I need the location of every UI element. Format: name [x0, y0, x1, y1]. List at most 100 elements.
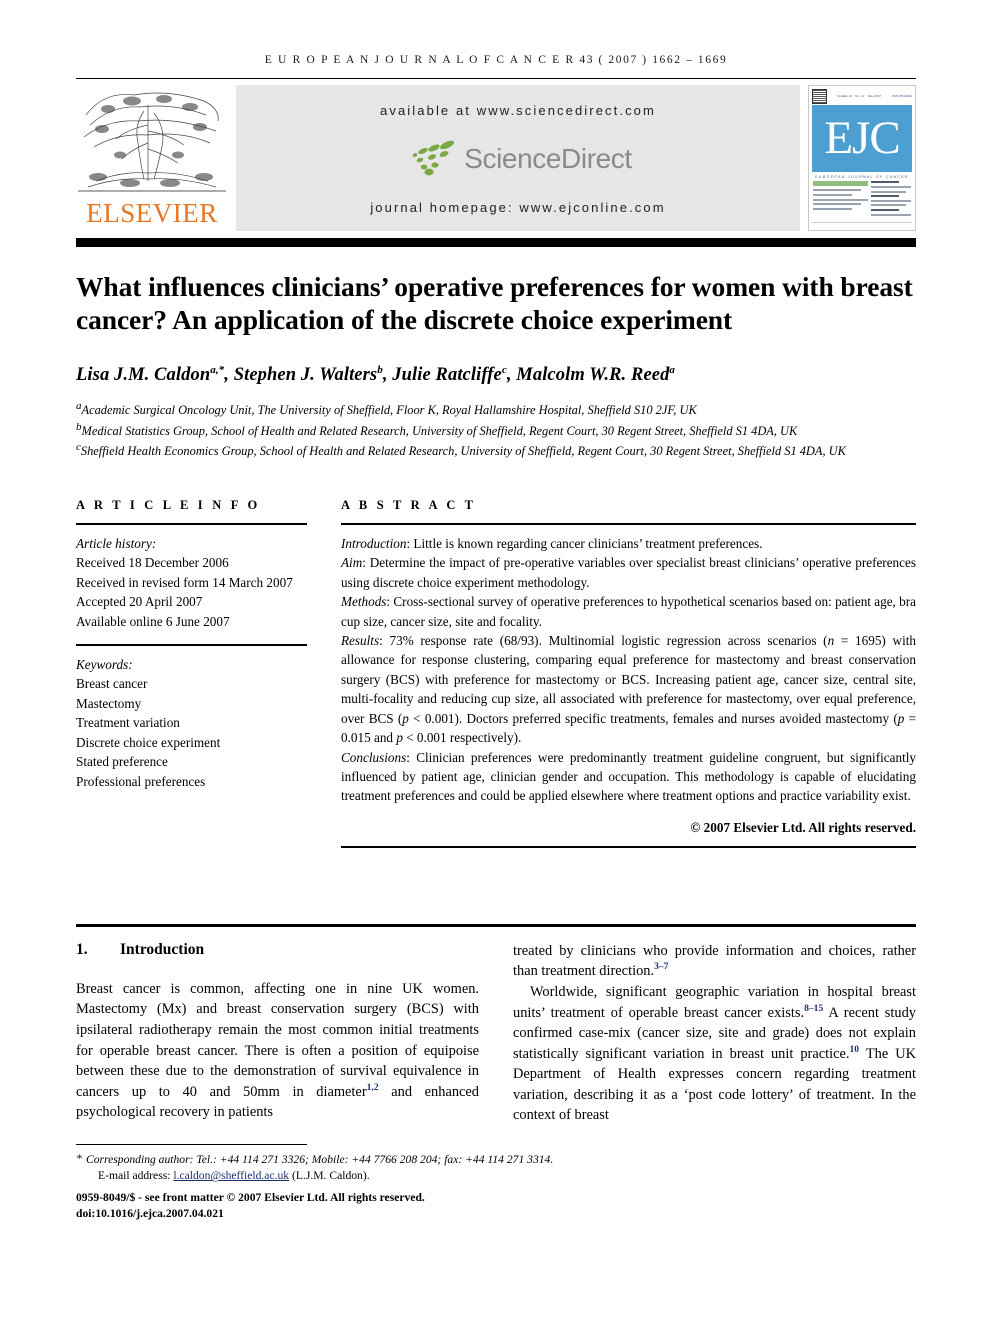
article-history-item: Received 18 December 2006: [76, 555, 229, 571]
abstract-section: Results: 73% response rate (68/93). Mult…: [341, 631, 916, 747]
abstract-bottom-rule: [341, 845, 916, 848]
column-gutter: [307, 498, 341, 848]
sciencedirect-logo: ScienceDirect: [404, 139, 632, 179]
abstract-column: A B S T R A C T Introduction: Little is …: [341, 498, 916, 848]
paragraph: Breast cancer is common, affecting one i…: [76, 980, 479, 1121]
paragraph: Worldwide, significant geographic variat…: [513, 983, 916, 1124]
abstract-section: Conclusions: Clinician preferences were …: [341, 748, 916, 806]
paragraph: treated by clinicians who provide inform…: [513, 942, 916, 980]
email-note: E-mail address: l.caldon@sheffield.ac.uk…: [76, 1168, 916, 1184]
page-title: What influences clinicians’ operative pr…: [76, 271, 913, 335]
cover-toc-line: [871, 204, 907, 207]
abstract-section-text: 73% response rate (68/93). Multinomial l…: [341, 633, 917, 746]
cover-acronym: EJC: [824, 112, 900, 165]
cover-toc-line: [871, 199, 911, 202]
abstract-section: Aim: Determine the impact of pre-operati…: [341, 553, 916, 592]
email-owner: (L.J.M. Caldon).: [292, 1169, 370, 1183]
affiliation-text: Medical Statistics Group, School of Heal…: [81, 423, 798, 438]
journal-article-page: E U R O P E A N J O U R N A L O F C A N …: [0, 0, 992, 1323]
abstract-section-label: Aim: [341, 555, 363, 571]
journal-cover-thumbnail: Volume 43 · No. 11 · June 2007 ISSN 0959…: [808, 85, 916, 231]
cover-toc-line: [813, 194, 852, 196]
abstract-heading: A B S T R A C T: [341, 498, 477, 513]
cover-mini-logo-icon: [812, 88, 827, 104]
keywords-block: Keywords: Breast cancer Mastectomy Treat…: [76, 655, 307, 791]
running-head-rule: [76, 78, 916, 79]
cover-toc-line: [871, 181, 900, 184]
keyword-item: Discrete choice experiment: [76, 734, 221, 750]
cover-toc-line: [813, 198, 869, 201]
cover-toc: [812, 181, 912, 218]
issn-front-matter: 0959-8049/$ - see front matter © 2007 El…: [76, 1190, 425, 1204]
sciencedirect-wordmark: ScienceDirect: [464, 143, 632, 174]
masthead: ELSEVIER available at www.sciencedirect.…: [76, 85, 916, 231]
cover-issue-line: Volume 43 · No. 11 · June 2007: [837, 94, 882, 98]
article-info-column: A R T I C L E I N F O Article history: R…: [76, 498, 307, 848]
abstract-section-label: Conclusions: [341, 749, 407, 765]
footnote-marker: *: [76, 1152, 82, 1166]
cover-toc-line: [871, 213, 911, 216]
article-history-item: Accepted 20 April 2007: [76, 594, 203, 610]
abstract-section-text: Cross-sectional survey of operative pref…: [341, 594, 916, 629]
cover-toc-line: [871, 208, 900, 211]
cover-green-bar: [813, 181, 869, 187]
cover-toc-line: [871, 186, 911, 188]
article-history-item: Received in revised form 14 March 2007: [76, 574, 293, 590]
running-head-journal: E U R O P E A N J O U R N A L O F C A N …: [264, 54, 575, 66]
abstract-body: Introduction: Little is known regarding …: [341, 534, 916, 806]
cover-issn-line: ISSN 0959-8049: [891, 94, 912, 98]
available-at-text: available at www.sciencedirect.com: [380, 103, 656, 118]
abstract-section: Methods: Cross-sectional survey of opera…: [341, 592, 916, 631]
keyword-item: Professional preferences: [76, 773, 206, 789]
article-info-heading: A R T I C L E I N F O: [76, 498, 261, 513]
affiliation-item: cSheffield Health Economics Group, Schoo…: [76, 439, 916, 460]
body-text-right: treated by clinicians who provide inform…: [513, 941, 916, 1126]
abstract-section: Introduction: Little is known regarding …: [341, 534, 916, 553]
abstract-section-label: Methods: [341, 594, 387, 610]
article-history-block: Article history: Received 18 December 20…: [76, 534, 307, 631]
abstract-section-text: Clinician preferences were predominantly…: [341, 749, 916, 804]
affiliation-item: bMedical Statistics Group, School of Hea…: [76, 419, 916, 440]
keyword-item: Mastectomy: [76, 695, 142, 711]
abstract-colon: :: [406, 749, 417, 765]
keywords-label: Keywords:: [76, 657, 133, 673]
section-heading-introduction: 1. Introduction: [76, 941, 479, 959]
journal-homepage-text: journal homepage: www.ejconline.com: [370, 200, 666, 215]
abstract-colon: :: [379, 633, 390, 649]
abstract-section-text: Little is known regarding cancer clinici…: [413, 536, 763, 552]
abstract-section-label: Introduction: [341, 536, 407, 552]
abstract-colon: :: [362, 555, 370, 571]
affiliation-item: aAcademic Surgical Oncology Unit, The Un…: [76, 398, 916, 419]
corresponding-author-text: Corresponding author: Tel.: +44 114 271 …: [86, 1153, 554, 1167]
info-abstract-row: A R T I C L E I N F O Article history: R…: [76, 498, 916, 848]
keyword-item: Treatment variation: [76, 715, 180, 731]
body-columns: 1. Introduction Breast cancer is common,…: [76, 941, 916, 1126]
running-head-citation: 43 ( 2007 ) 1662 – 1669: [579, 54, 728, 66]
keyword-item: Stated preference: [76, 754, 168, 770]
sciencedirect-swoosh-icon: [412, 140, 455, 176]
masthead-bottom-rule: [76, 238, 916, 247]
doi-line: doi:10.1016/j.ejca.2007.04.021: [76, 1207, 224, 1221]
abstract-section-text: Determine the impact of pre-operative va…: [341, 555, 916, 590]
article-history-label: Article history:: [76, 536, 157, 552]
cover-topbar: Volume 43 · No. 11 · June 2007 ISSN 0959…: [812, 88, 912, 104]
cover-toc-line: [813, 207, 852, 210]
affiliation-text: Academic Surgical Oncology Unit, The Uni…: [81, 403, 697, 418]
cover-toc-left: [813, 181, 869, 218]
body-column-right: treated by clinicians who provide inform…: [513, 941, 916, 1126]
elsevier-tree-icon: [78, 85, 226, 195]
keyword-item: Breast cancer: [76, 676, 148, 692]
abstract-section-label: Results: [341, 633, 380, 649]
body-column-left: 1. Introduction Breast cancer is common,…: [76, 941, 479, 1126]
body-top-rule: [76, 923, 916, 927]
elsevier-wordmark: ELSEVIER: [86, 198, 218, 228]
cover-bottom-rule: [812, 222, 912, 227]
email-link[interactable]: l.caldon@sheffield.ac.uk: [173, 1169, 289, 1182]
abstract-rule: [341, 523, 916, 526]
cover-toc-line: [871, 195, 900, 198]
article-history-item: Available online 6 June 2007: [76, 613, 230, 629]
footnote-rule: [76, 1144, 307, 1146]
cover-subtitle: EUROPEAN JOURNAL OF CANCER: [815, 175, 909, 180]
cover-blue-panel: EJC: [812, 105, 912, 173]
page-content: E U R O P E A N J O U R N A L O F C A N …: [76, 0, 916, 1223]
